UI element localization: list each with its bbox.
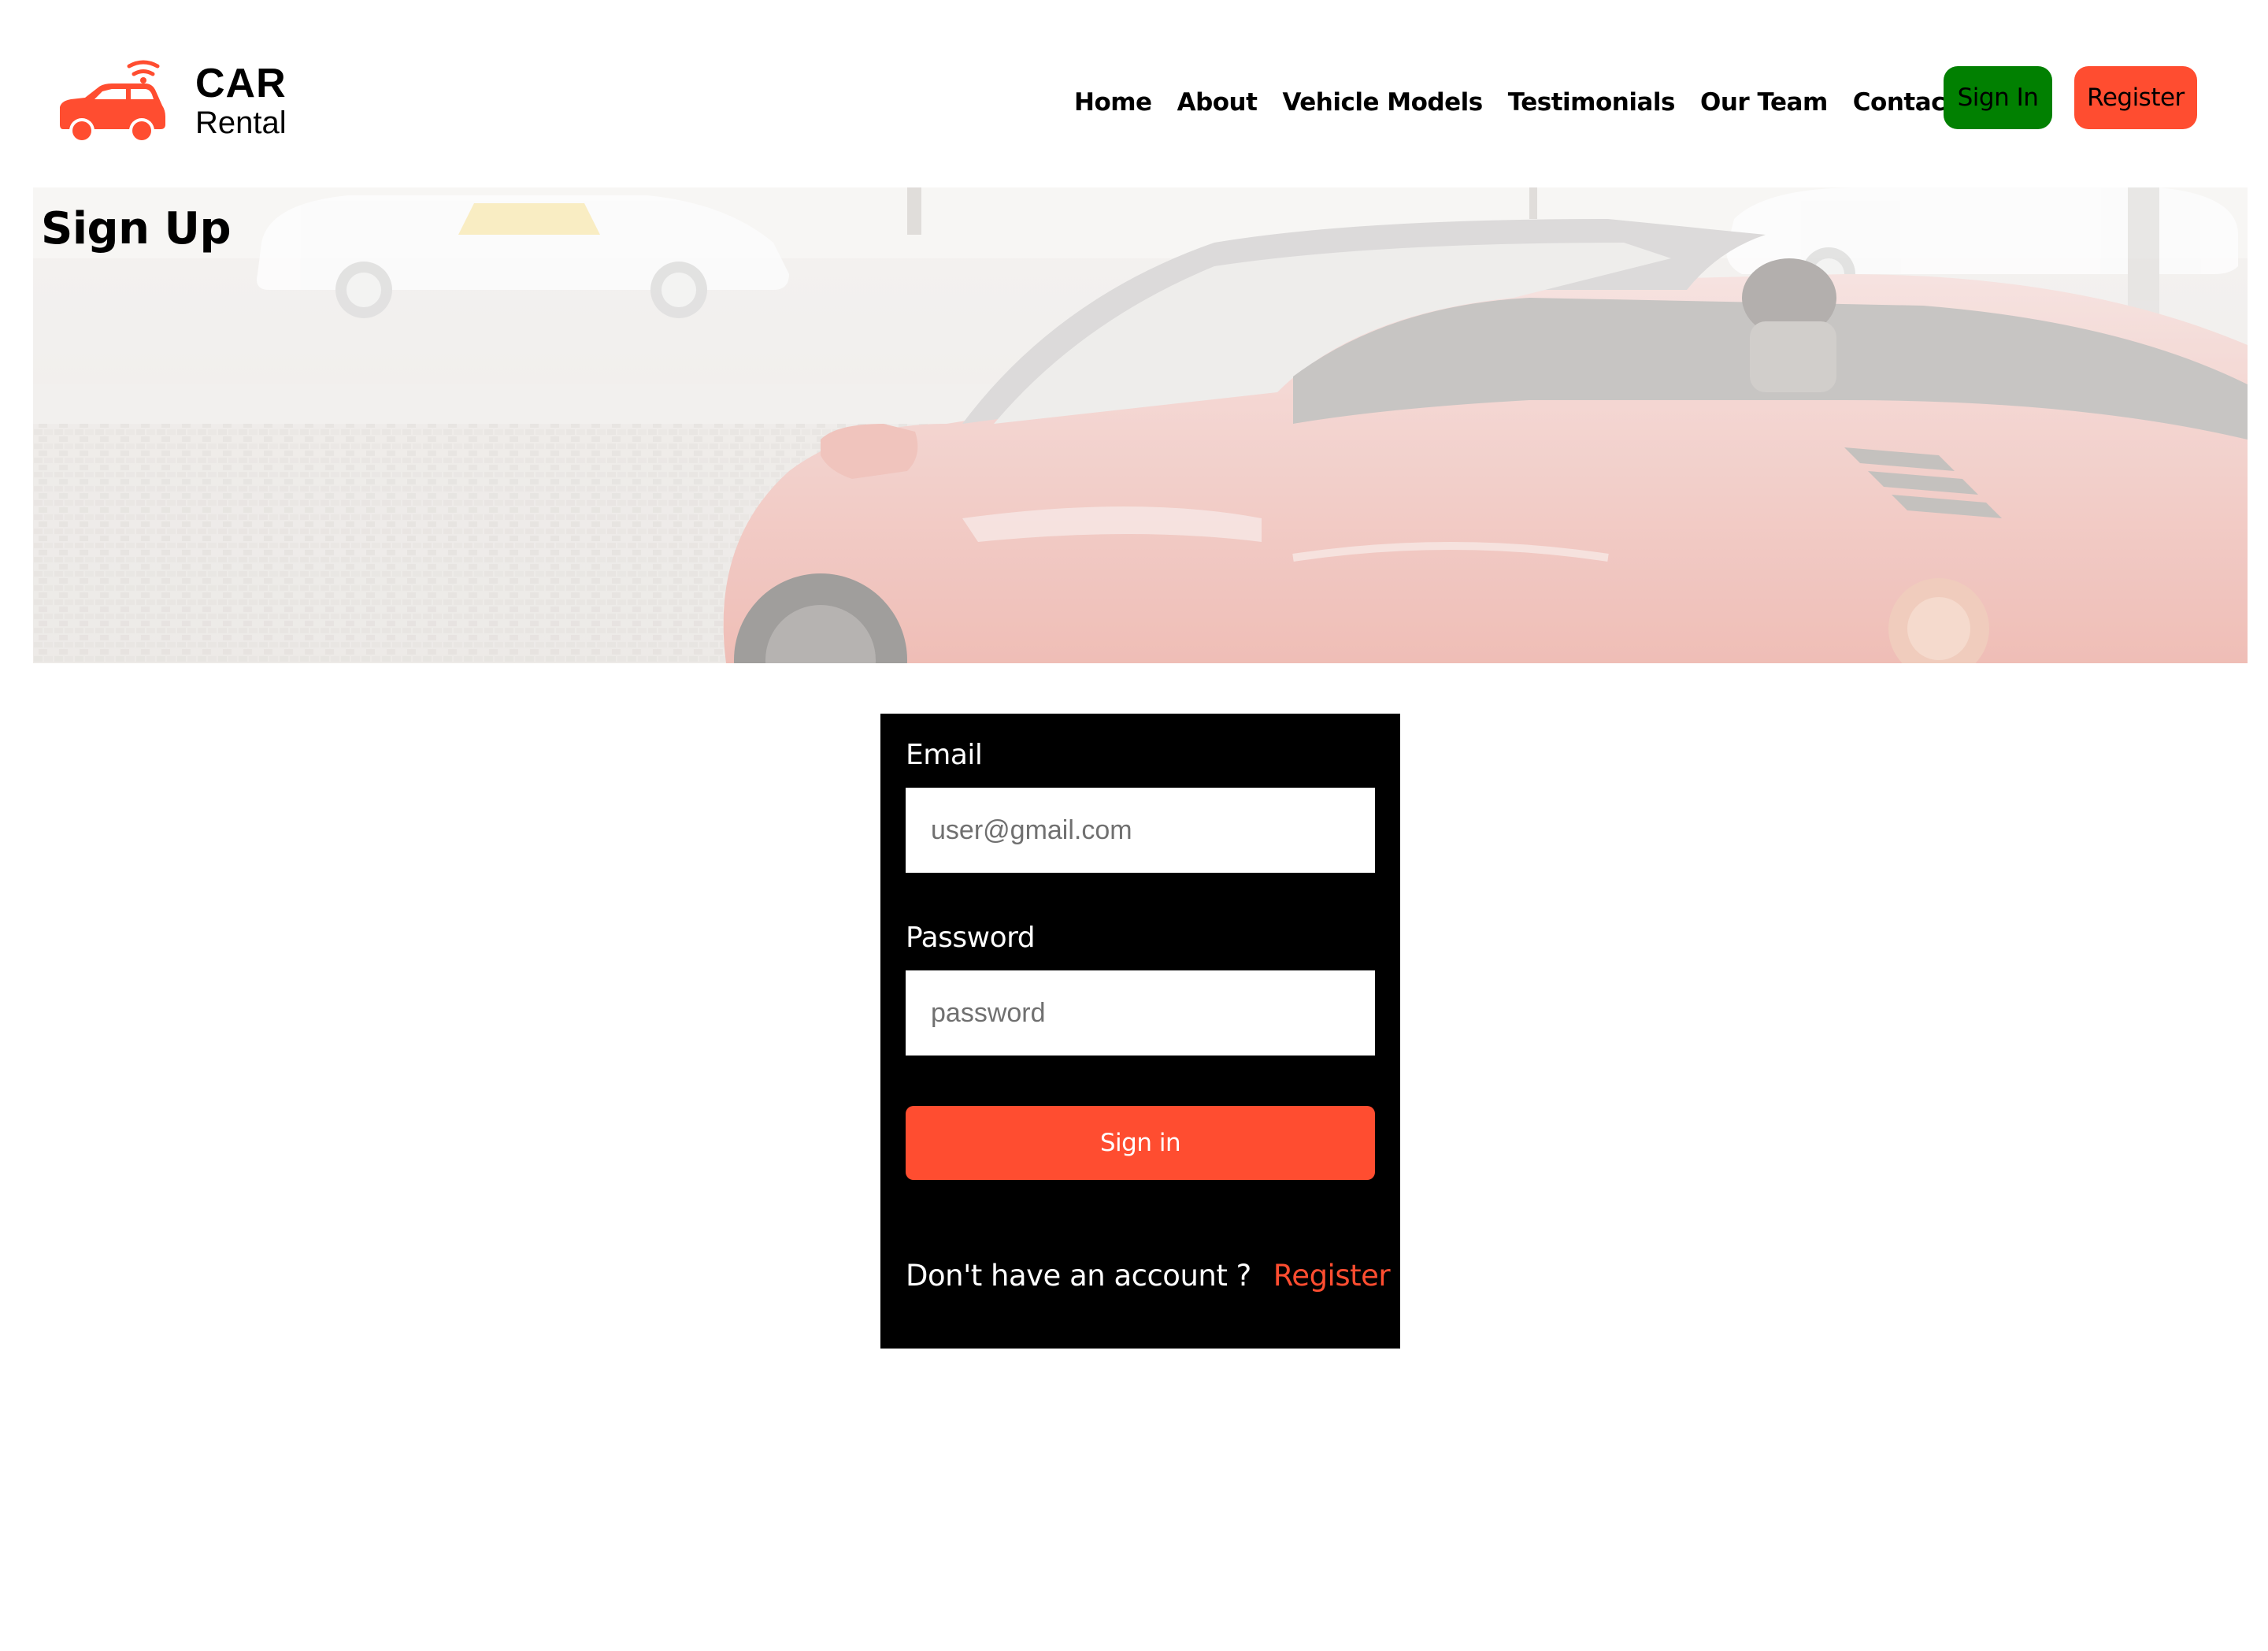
nav-contact[interactable]: Contact (1853, 88, 1957, 117)
nav-home[interactable]: Home (1074, 88, 1152, 117)
password-label: Password (906, 922, 1036, 954)
nav-our-team[interactable]: Our Team (1700, 88, 1828, 117)
header-register-button[interactable]: Register (2074, 66, 2197, 129)
sign-in-submit-button[interactable]: Sign in (906, 1106, 1375, 1180)
brand-logo[interactable]: CAR Rental (57, 57, 309, 145)
email-label: Email (906, 739, 983, 771)
hero-car-image (33, 187, 2248, 663)
sign-in-form: Email Password Sign in Don't have an acc… (880, 714, 1400, 1349)
nav-vehicle-models[interactable]: Vehicle Models (1282, 88, 1483, 117)
brand-subtitle: Rental (195, 106, 287, 140)
password-field[interactable] (906, 970, 1375, 1056)
hero-banner: Sign Up (33, 187, 2248, 663)
register-prompt: Don't have an account ? Register (906, 1259, 1391, 1293)
brand-title: CAR (195, 61, 287, 106)
email-field[interactable] (906, 788, 1375, 873)
car-wifi-icon (60, 60, 165, 143)
nav-about[interactable]: About (1177, 88, 1258, 117)
page-title: Sign Up (41, 203, 232, 254)
nav-testimonials[interactable]: Testimonials (1508, 88, 1676, 117)
main-nav: Home About Vehicle Models Testimonials O… (1074, 83, 1957, 121)
register-link[interactable]: Register (1273, 1259, 1391, 1293)
no-account-text: Don't have an account ? (906, 1259, 1251, 1293)
header-sign-in-button[interactable]: Sign In (1944, 66, 2052, 129)
site-header: CAR Rental Home About Vehicle Models Tes… (0, 0, 2268, 187)
